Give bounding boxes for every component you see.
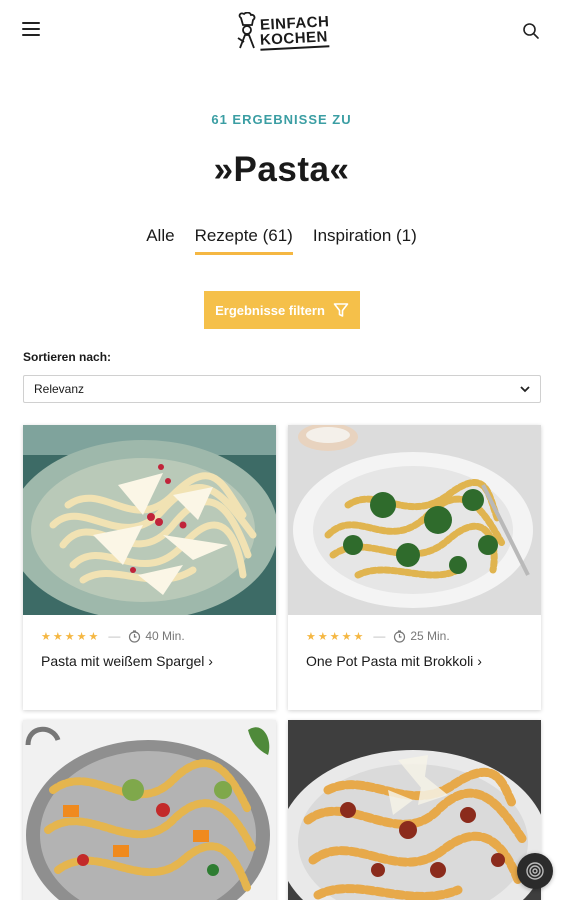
hamburger-menu-icon[interactable] bbox=[22, 22, 40, 38]
site-header: EINFACH KOCHEN bbox=[0, 0, 563, 64]
search-icon[interactable] bbox=[522, 22, 540, 40]
sort-selected-value: Relevanz bbox=[34, 382, 85, 396]
sort-label: Sortieren nach: bbox=[23, 350, 112, 364]
cook-time: 40 Min. bbox=[128, 629, 185, 643]
rating-stars: ★★★★★ bbox=[306, 630, 366, 643]
search-query-title: »Pasta« bbox=[213, 150, 350, 189]
recipe-card[interactable] bbox=[288, 720, 541, 900]
site-logo[interactable]: EINFACH KOCHEN bbox=[236, 10, 332, 54]
cookie-settings-button[interactable] bbox=[517, 853, 553, 889]
recipe-card-body: ★★★★★ — 40 Min. Pasta mit weißem Spargel… bbox=[23, 615, 276, 710]
recipe-title[interactable]: One Pot Pasta mit Brokkoli › bbox=[306, 653, 523, 669]
recipe-card[interactable]: ★★★★★ — 25 Min. One Pot Pasta mit Brokko… bbox=[288, 425, 541, 710]
recipe-title-text: One Pot Pasta mit Brokkoli bbox=[306, 653, 474, 669]
result-tabs: Alle Rezepte (61) Inspiration (1) bbox=[0, 226, 563, 255]
results-count-kicker: 61 ERGEBNISSE ZU bbox=[211, 112, 352, 127]
chevron-right-icon: › bbox=[208, 653, 213, 669]
clock-icon bbox=[394, 629, 406, 643]
sort-select[interactable]: Relevanz bbox=[23, 375, 541, 403]
chevron-right-icon: › bbox=[477, 653, 482, 669]
chevron-down-icon bbox=[520, 386, 530, 393]
recipe-image-pasta-spargel bbox=[23, 425, 276, 615]
recipe-meta: ★★★★★ — 40 Min. bbox=[41, 629, 258, 643]
recipe-card[interactable] bbox=[23, 720, 276, 900]
tab-rezepte[interactable]: Rezepte (61) bbox=[194, 226, 293, 255]
recipe-image-pasta-gemuese bbox=[23, 720, 276, 900]
meta-divider: — bbox=[373, 629, 386, 643]
cook-time: 25 Min. bbox=[393, 629, 450, 643]
tab-inspiration[interactable]: Inspiration (1) bbox=[313, 226, 417, 255]
tab-alle[interactable]: Alle bbox=[146, 226, 174, 255]
recipe-card-body: ★★★★★ — 25 Min. One Pot Pasta mit Brokko… bbox=[288, 615, 541, 710]
recipe-image-pasta-brokkoli bbox=[288, 425, 541, 615]
recipe-title[interactable]: Pasta mit weißem Spargel › bbox=[41, 653, 258, 669]
meta-divider: — bbox=[108, 629, 121, 643]
rating-stars: ★★★★★ bbox=[41, 630, 101, 643]
recipe-title-text: Pasta mit weißem Spargel bbox=[41, 653, 205, 669]
chef-logo-icon bbox=[237, 12, 256, 49]
logo-line-2: KOCHEN bbox=[259, 27, 330, 51]
cook-time-value: 25 Min. bbox=[410, 629, 450, 643]
clock-icon bbox=[129, 629, 141, 643]
filter-button-label: Ergebnisse filtern bbox=[215, 302, 325, 318]
recipe-meta: ★★★★★ — 25 Min. bbox=[306, 629, 523, 643]
funnel-icon bbox=[333, 303, 349, 317]
recipe-image-pasta-tomate bbox=[288, 720, 541, 900]
recipe-card[interactable]: ★★★★★ — 40 Min. Pasta mit weißem Spargel… bbox=[23, 425, 276, 710]
filter-results-button[interactable]: Ergebnisse filtern bbox=[204, 291, 360, 329]
cook-time-value: 40 Min. bbox=[145, 629, 185, 643]
fingerprint-icon bbox=[526, 862, 544, 880]
logo-wordmark: EINFACH KOCHEN bbox=[259, 13, 330, 51]
